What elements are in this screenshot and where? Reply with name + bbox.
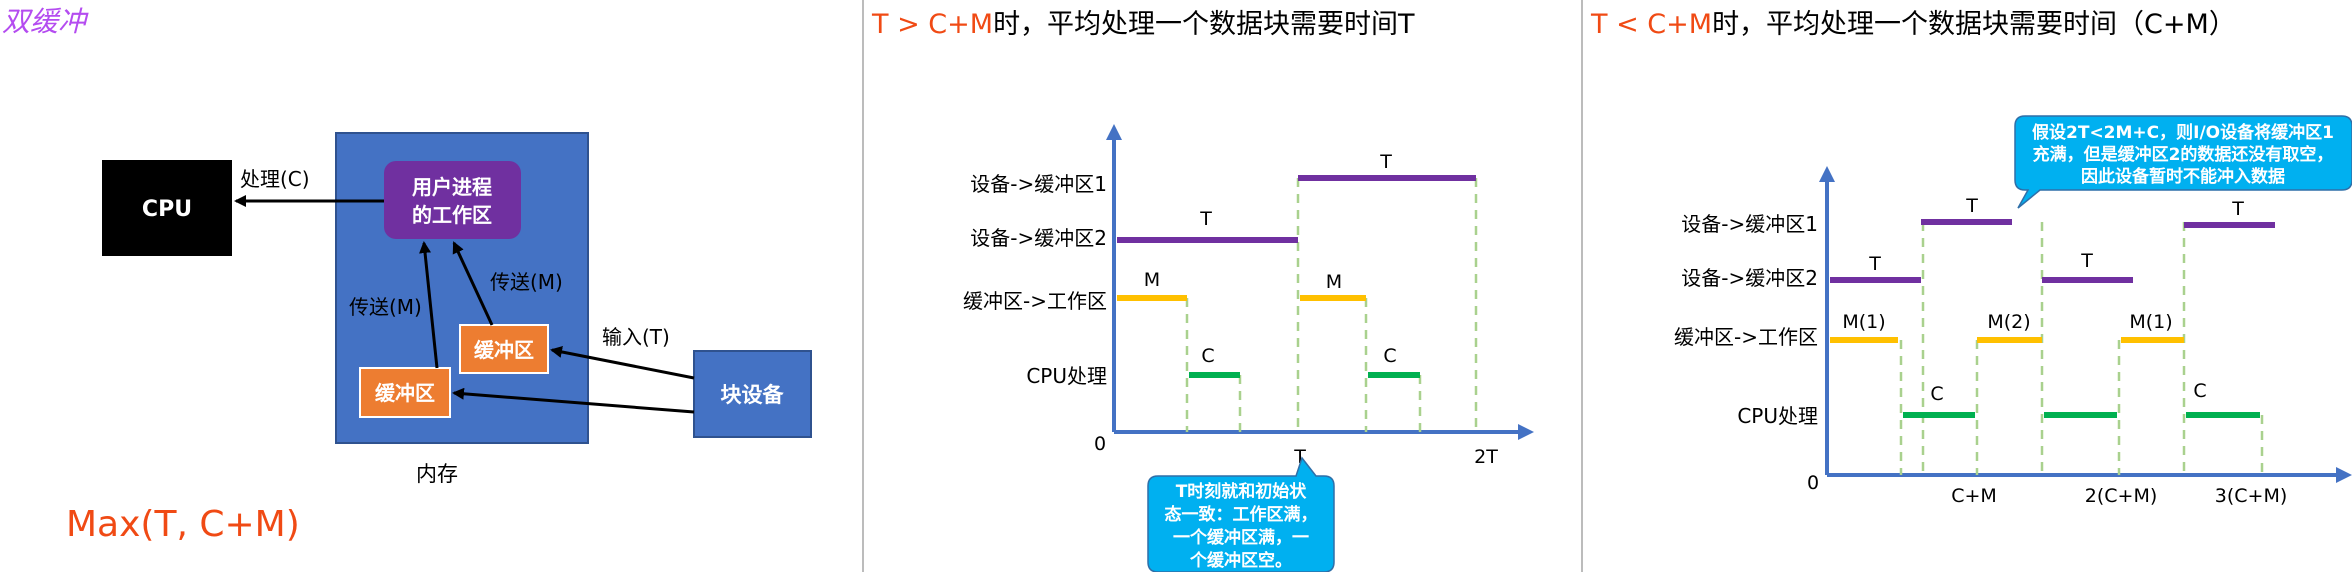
middle-callout-line: 态一致：工作区满，	[1165, 504, 1318, 525]
middle-guides	[1185, 178, 1478, 432]
middle-title-rest: 时，平均处理一个数据块需要时间T	[993, 9, 1415, 40]
right-row-label-device-buffer1: 设备->缓冲区1	[1681, 212, 1818, 236]
middle-callout-line: T时刻就和初始状	[1176, 481, 1308, 502]
middle-bar-label: C	[1383, 345, 1396, 367]
buffer-1-label: 缓冲区	[474, 338, 534, 362]
right-bar-label: T	[2231, 198, 2244, 220]
middle-callout-line: 一个缓冲区满，一	[1173, 527, 1309, 548]
right-bar-label: M(2)	[1987, 311, 2030, 333]
left-title: 双缓冲	[2, 5, 89, 38]
middle-row-label-device-buffer1: 设备->缓冲区1	[970, 172, 1107, 196]
middle-bar-label: C	[1201, 345, 1214, 367]
right-bar-label: M(1)	[2129, 311, 2172, 333]
buffer-2-label: 缓冲区	[375, 381, 435, 405]
middle-callout-line: 个缓冲区空。	[1189, 550, 1292, 571]
block-device-label: 块设备	[721, 383, 785, 407]
left-panel: 双缓冲 CPU 内存 用户进程 的工作区 缓冲区 缓冲区 块设备 处理(C) 传…	[2, 5, 812, 545]
cpu-label: CPU	[142, 197, 192, 222]
memory-label: 内存	[416, 462, 458, 486]
right-x-tick: 3(C+M)	[2215, 485, 2288, 507]
right-row-label-buffer-workarea: 缓冲区->工作区	[1674, 325, 1818, 349]
middle-bar-label: M	[1326, 271, 1342, 293]
right-bar-label: T	[1868, 253, 1881, 275]
right-x-tick: 2(C+M)	[2085, 485, 2158, 507]
middle-bar-label: T	[1199, 208, 1212, 230]
middle-origin-label: 0	[1094, 433, 1106, 455]
double-buffer-slide: 双缓冲 CPU 内存 用户进程 的工作区 缓冲区 缓冲区 块设备 处理(C) 传…	[2, 0, 2352, 572]
right-panel: T < C+M时，平均处理一个数据块需要时间（C+M） 0 C+M 2(C+M)…	[1590, 9, 2352, 507]
middle-bar-label: T	[1379, 151, 1392, 173]
right-title-rest: 时，平均处理一个数据块需要时间（C+M）	[1712, 9, 2236, 40]
right-callout-line: 因此设备暂时不能冲入数据	[2081, 166, 2285, 187]
middle-x-tick-2t: 2T	[1474, 446, 1498, 468]
middle-title-condition: T > C+M	[871, 9, 993, 40]
right-bar-label: C	[1930, 383, 1943, 405]
right-callout-line: 充满，但是缓冲区2的数据还没有取空，	[2033, 144, 2334, 165]
formula-label: Max(T, C+M)	[66, 504, 300, 545]
right-origin-label: 0	[1807, 472, 1819, 494]
right-callout-line: 假设2T<2M+C，则I/O设备将缓冲区1	[2032, 122, 2334, 143]
right-title: T < C+M时，平均处理一个数据块需要时间（C+M）	[1590, 9, 2236, 40]
right-row-label-device-buffer2: 设备->缓冲区2	[1681, 266, 1818, 290]
user-process-box	[384, 161, 521, 239]
input-label: 输入(T)	[602, 325, 670, 349]
user-process-line1: 用户进程	[412, 175, 492, 199]
middle-title: T > C+M时，平均处理一个数据块需要时间T	[871, 9, 1415, 40]
middle-row-label-buffer-workarea: 缓冲区->工作区	[963, 289, 1107, 313]
middle-row-label-device-buffer2: 设备->缓冲区2	[970, 226, 1107, 250]
transfer-1-label: 传送(M)	[490, 270, 563, 294]
middle-bar-label: M	[1144, 269, 1160, 291]
right-bar-label: M(1)	[1842, 311, 1885, 333]
right-row-label-cpu: CPU处理	[1737, 404, 1818, 428]
right-bar-label: T	[1965, 195, 1978, 217]
right-bar-label: T	[2080, 250, 2093, 272]
right-x-tick: C+M	[1951, 485, 1997, 507]
right-bar-label: C	[2193, 380, 2206, 402]
right-title-condition: T < C+M	[1590, 9, 1712, 40]
middle-panel: T > C+M时，平均处理一个数据块需要时间T 0 T 2T 设备->缓冲区1 …	[871, 9, 1534, 572]
transfer-2-label: 传送(M)	[349, 295, 422, 319]
user-process-line2: 的工作区	[412, 203, 492, 227]
middle-row-label-cpu: CPU处理	[1026, 364, 1107, 388]
process-arrow-label: 处理(C)	[240, 167, 310, 191]
